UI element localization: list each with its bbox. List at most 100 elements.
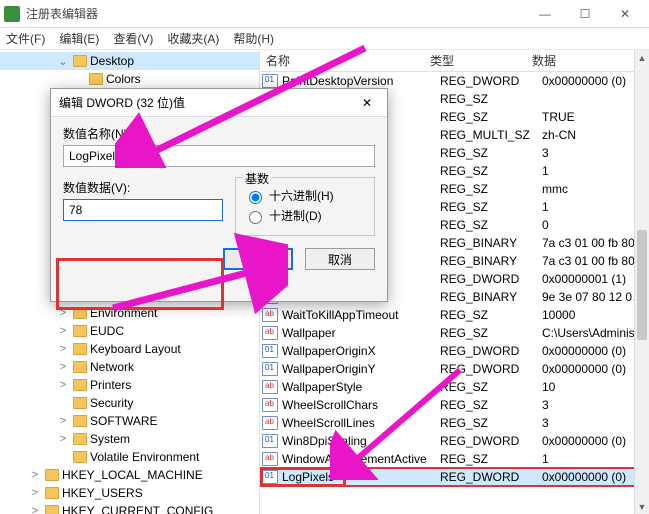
expand-icon[interactable]: > [56, 343, 70, 355]
menu-view[interactable]: 查看(V) [113, 30, 153, 47]
tree-node[interactable]: >Keyboard Layout [0, 340, 259, 358]
list-row[interactable]: WallpaperStyleREG_SZ10 [260, 378, 649, 396]
tree-label: Colors [106, 72, 141, 86]
tree-node[interactable]: Security [0, 394, 259, 412]
expand-icon[interactable]: > [56, 433, 70, 445]
menu-favorites[interactable]: 收藏夹(A) [167, 30, 219, 47]
tree-node[interactable]: Colors [0, 70, 259, 88]
value-type: REG_BINARY [440, 254, 542, 268]
value-type: REG_DWORD [440, 434, 542, 448]
menu-file[interactable]: 文件(F) [6, 30, 45, 47]
value-icon [262, 434, 278, 448]
tree-node[interactable]: >Printers [0, 376, 259, 394]
list-row[interactable]: WheelScrollCharsREG_SZ3 [260, 396, 649, 414]
list-row[interactable]: WallpaperREG_SZC:\Users\Administrator [260, 324, 649, 342]
value-name-field[interactable] [63, 145, 375, 167]
tree-label: SOFTWARE [90, 414, 158, 428]
col-name[interactable]: 名称 [260, 52, 424, 69]
value-type: REG_SZ [440, 146, 542, 160]
menu-help[interactable]: 帮助(H) [233, 30, 274, 47]
scroll-down-icon[interactable]: ▼ [635, 499, 649, 514]
value-type: REG_SZ [440, 164, 542, 178]
ok-button[interactable]: 确定 [223, 248, 293, 270]
radix-hex-radio[interactable]: 十六进制(H) [244, 187, 366, 204]
value-data: 10 [542, 380, 649, 394]
expand-icon[interactable]: > [56, 361, 70, 373]
tree-node[interactable]: Volatile Environment [0, 448, 259, 466]
value-type: REG_BINARY [440, 236, 542, 250]
radix-hex-input[interactable] [249, 191, 262, 204]
expand-icon[interactable]: > [56, 415, 70, 427]
value-data: 0x00000000 (0) [542, 74, 649, 88]
value-data: 0x00000001 (1) [542, 272, 649, 286]
vertical-scrollbar[interactable]: ▲ ▼ [634, 50, 649, 514]
list-row[interactable]: LogPixelsREG_DWORD0x00000000 (0) [260, 468, 649, 486]
tree-node[interactable]: >System [0, 430, 259, 448]
value-data: mmc [542, 182, 649, 196]
dialog-close-button[interactable]: ✕ [355, 96, 379, 110]
value-type: REG_SZ [440, 308, 542, 322]
value-data: 1 [542, 164, 649, 178]
value-data: 7a c3 01 00 fb 80 04 [542, 254, 649, 268]
value-name: WindowArrangementActive [282, 452, 440, 466]
value-data: 0x00000000 (0) [542, 344, 649, 358]
cancel-button[interactable]: 取消 [305, 248, 375, 270]
radix-dec-input[interactable] [249, 211, 262, 224]
expand-icon[interactable]: > [56, 325, 70, 337]
value-type: REG_SZ [440, 416, 542, 430]
folder-icon [73, 55, 87, 67]
tree-label: Environment [90, 306, 157, 320]
value-name: PaintDesktopVersion [282, 74, 440, 88]
tree-node[interactable]: >HKEY_CURRENT_CONFIG [0, 502, 259, 514]
tree-label: EUDC [90, 324, 124, 338]
expand-icon[interactable]: > [56, 307, 70, 319]
list-row[interactable]: WindowArrangementActiveREG_SZ1 [260, 450, 649, 468]
list-row[interactable]: WallpaperOriginXREG_DWORD0x00000000 (0) [260, 342, 649, 360]
scroll-thumb[interactable] [637, 230, 647, 340]
radix-dec-radio[interactable]: 十进制(D) [244, 207, 366, 224]
folder-icon [73, 325, 87, 337]
tree-node[interactable]: > Network [0, 358, 259, 376]
value-name: WaitToKillAppTimeout [282, 308, 440, 322]
value-icon [262, 380, 278, 394]
tree-node[interactable]: >HKEY_USERS [0, 484, 259, 502]
expand-icon[interactable]: ⌄ [56, 55, 70, 68]
tree-node[interactable]: >HKEY_LOCAL_MACHINE [0, 466, 259, 484]
scroll-up-icon[interactable]: ▲ [635, 50, 649, 65]
col-data[interactable]: 数据 [526, 52, 649, 69]
close-button[interactable]: ✕ [605, 0, 645, 28]
menu-edit[interactable]: 编辑(E) [59, 30, 99, 47]
radix-dec-label: 十进制(D) [269, 207, 322, 224]
value-data-field[interactable] [63, 199, 223, 221]
value-name: Wallpaper [282, 326, 440, 340]
value-type: REG_SZ [440, 218, 542, 232]
list-row[interactable]: Win8DpiScalingREG_DWORD0x00000000 (0) [260, 432, 649, 450]
value-name: WheelScrollChars [282, 398, 440, 412]
value-data: 0x00000000 (0) [542, 470, 649, 484]
expand-icon[interactable]: > [28, 487, 42, 499]
base-legend: 基数 [242, 170, 272, 187]
value-type: REG_DWORD [440, 74, 542, 88]
expand-icon[interactable]: > [28, 505, 42, 514]
expand-icon[interactable]: > [28, 469, 42, 481]
value-type: REG_SZ [440, 380, 542, 394]
list-row[interactable]: WheelScrollLinesREG_SZ3 [260, 414, 649, 432]
tree-label: Network [90, 360, 134, 374]
maximize-button[interactable]: ☐ [565, 0, 605, 28]
tree-node[interactable]: > SOFTWARE [0, 412, 259, 430]
list-row[interactable]: WallpaperOriginYREG_DWORD0x00000000 (0) [260, 360, 649, 378]
value-icon [262, 452, 278, 466]
minimize-button[interactable]: — [525, 0, 565, 28]
value-name: WallpaperOriginY [282, 362, 440, 376]
tree-node[interactable]: > Environment [0, 304, 259, 322]
value-data: C:\Users\Administrator [542, 326, 649, 340]
value-name: WheelScrollLines [282, 416, 440, 430]
col-type[interactable]: 类型 [424, 52, 526, 69]
list-row[interactable]: WaitToKillAppTimeoutREG_SZ10000 [260, 306, 649, 324]
value-type: REG_DWORD [440, 344, 542, 358]
value-type: REG_SZ [440, 398, 542, 412]
expand-icon[interactable]: > [56, 379, 70, 391]
dialog-titlebar[interactable]: 编辑 DWORD (32 位)值 ✕ [51, 89, 387, 117]
tree-node[interactable]: ⌄Desktop [0, 52, 259, 70]
tree-node[interactable]: > EUDC [0, 322, 259, 340]
